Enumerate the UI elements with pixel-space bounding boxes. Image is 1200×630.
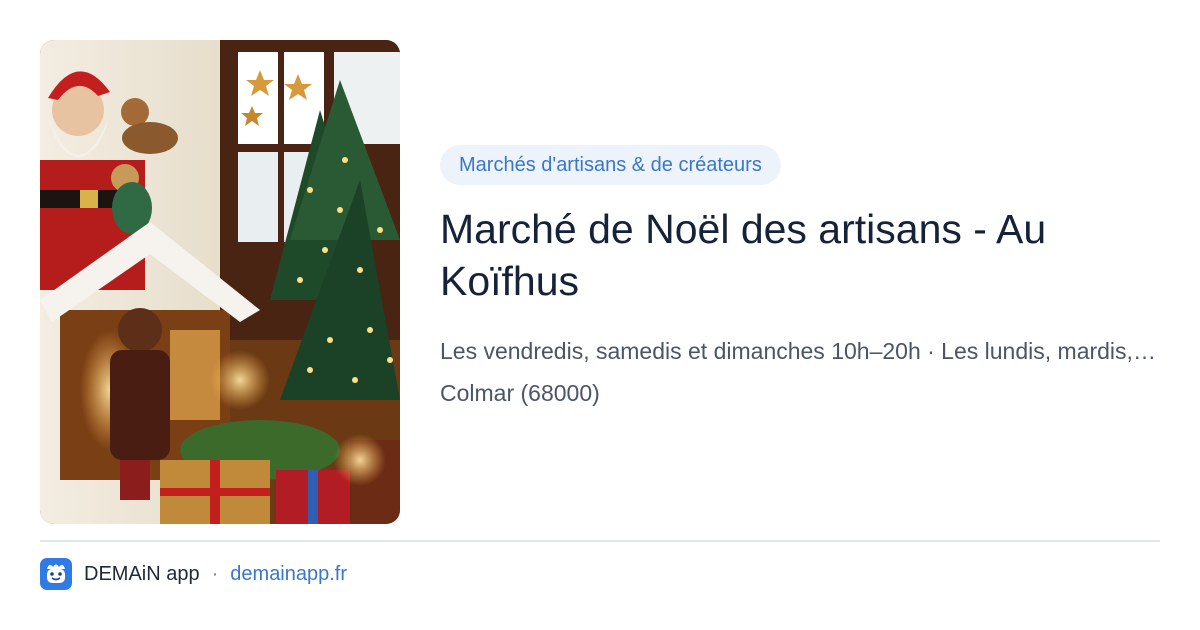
- domain-link[interactable]: demainapp.fr: [230, 563, 347, 586]
- event-image[interactable]: [40, 40, 400, 524]
- event-schedule: Les vendredis, samedis et dimanches 10h–…: [440, 338, 1162, 364]
- app-name: DEMAiN app: [84, 562, 200, 585]
- event-title[interactable]: Marché de Noël des artisans - Au Koïfhus: [440, 203, 1140, 307]
- footer-divider: [40, 540, 1160, 542]
- demain-app-logo-icon: [40, 558, 72, 590]
- site-footer: DEMAiN app · demainapp.fr: [40, 558, 347, 590]
- category-tag[interactable]: Marchés d'artisans & de créateurs: [440, 145, 781, 185]
- footer-separator: ·: [211, 562, 219, 585]
- event-location: Colmar (68000): [440, 380, 600, 406]
- christmas-market-photo: [40, 40, 400, 524]
